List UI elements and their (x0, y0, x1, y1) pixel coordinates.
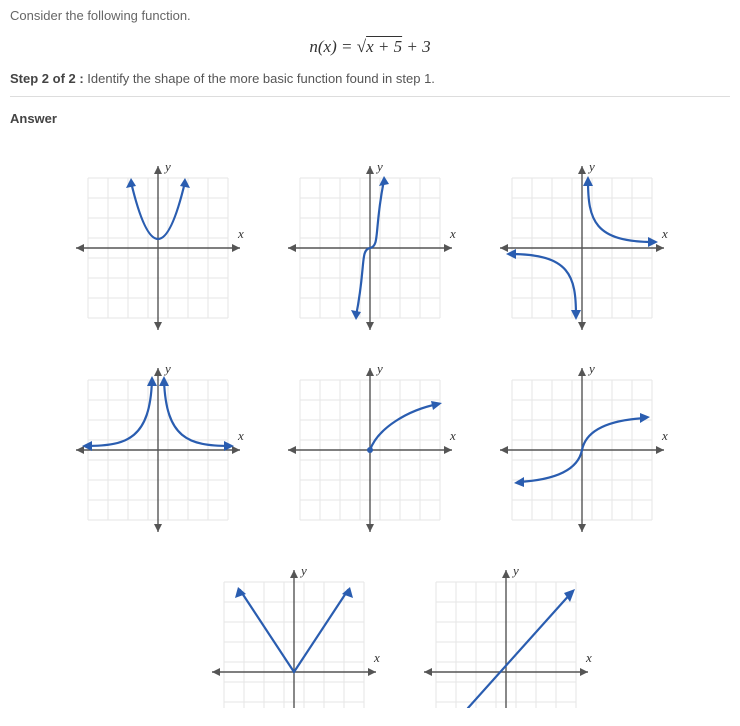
option-sqrt[interactable]: x y (278, 358, 462, 542)
option-absolute-value[interactable]: x y (202, 560, 386, 708)
x-axis-label: x (449, 428, 456, 443)
x-axis-label: x (661, 226, 668, 241)
option-cube-root[interactable]: x y (490, 358, 674, 542)
y-axis-label: y (587, 361, 595, 376)
sqrt-argument: x + 5 (366, 37, 402, 56)
formula-tail: + 3 (402, 37, 430, 56)
y-axis-label: y (299, 563, 307, 578)
answer-heading: Answer (10, 111, 730, 126)
option-cubic[interactable]: x y (278, 156, 462, 340)
x-axis-label: x (373, 650, 380, 665)
step-label: Step 2 of 2 : (10, 71, 84, 86)
x-axis-label: x (449, 226, 456, 241)
x-axis-label: x (585, 650, 592, 665)
y-axis-label: y (163, 159, 171, 174)
sqrt-symbol: √ (357, 37, 366, 56)
y-axis-label: y (587, 159, 595, 174)
graph-row: x y x y (10, 560, 730, 708)
x-axis-label: x (661, 428, 668, 443)
divider (10, 96, 730, 97)
graph-row: x y x y (10, 358, 730, 542)
option-reciprocal-squared[interactable]: x y (66, 358, 250, 542)
option-reciprocal[interactable]: x y (490, 156, 674, 340)
prompt-text: Consider the following function. (10, 8, 730, 23)
function-formula: n(x) = √x + 5 + 3 (10, 37, 730, 57)
y-axis-label: y (511, 563, 519, 578)
x-axis-label: x (237, 226, 244, 241)
option-linear[interactable]: x y (414, 560, 598, 708)
y-axis-label: y (163, 361, 171, 376)
x-axis-label: x (237, 428, 244, 443)
y-axis-label: y (375, 361, 383, 376)
step-line: Step 2 of 2 : Identify the shape of the … (10, 71, 730, 86)
formula-lhs: n(x) = (309, 37, 356, 56)
y-axis-label: y (375, 159, 383, 174)
step-text: Identify the shape of the more basic fun… (84, 71, 435, 86)
option-parabola[interactable]: x y (66, 156, 250, 340)
graph-row: x y x y (10, 156, 730, 340)
